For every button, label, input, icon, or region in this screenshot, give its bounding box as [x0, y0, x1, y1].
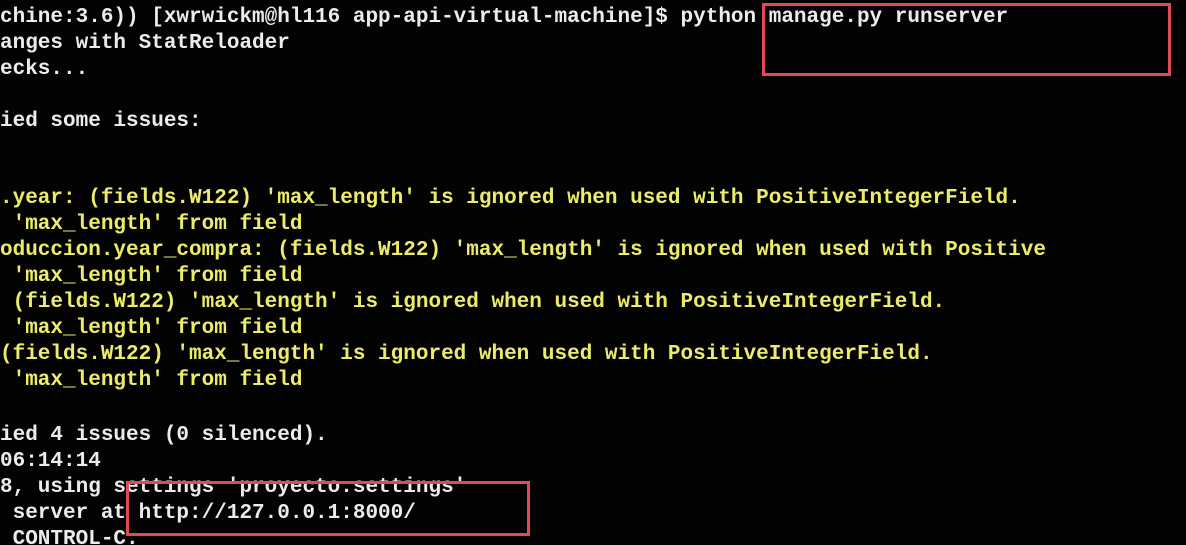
- prompt-command-line: chine:3.6)) [xwrwickm@hl116 app-api-virt…: [0, 6, 1009, 29]
- warning-hint-line: 'max_length' from field: [0, 317, 303, 340]
- terminal-output-line: ied 4 issues (0 silenced).: [0, 424, 328, 447]
- warning-hint-line: 'max_length' from field: [0, 265, 303, 288]
- warning-hint-line: 'max_length' from field: [0, 369, 303, 392]
- terminal-output-line: anges with StatReloader: [0, 32, 290, 55]
- terminal-output-line: 8, using settings 'proyecto.settings': [0, 476, 467, 499]
- warning-line: (fields.W122) 'max_length' is ignored wh…: [0, 291, 946, 314]
- server-url-line: server at http://127.0.0.1:8000/: [0, 502, 416, 525]
- terminal-output-line: ied some issues:: [0, 110, 202, 133]
- terminal-output-line: 06:14:14: [0, 450, 101, 473]
- warning-line: (fields.W122) 'max_length' is ignored wh…: [0, 343, 933, 366]
- warning-hint-line: 'max_length' from field: [0, 213, 303, 236]
- terminal-output-line: ecks...: [0, 58, 89, 81]
- terminal-output-line: CONTROL-C.: [0, 528, 139, 545]
- warning-line: .year: (fields.W122) 'max_length' is ign…: [0, 187, 1021, 210]
- warning-line: oduccion.year_compra: (fields.W122) 'max…: [0, 239, 1046, 262]
- terminal-window[interactable]: chine:3.6)) [xwrwickm@hl116 app-api-virt…: [0, 0, 1186, 545]
